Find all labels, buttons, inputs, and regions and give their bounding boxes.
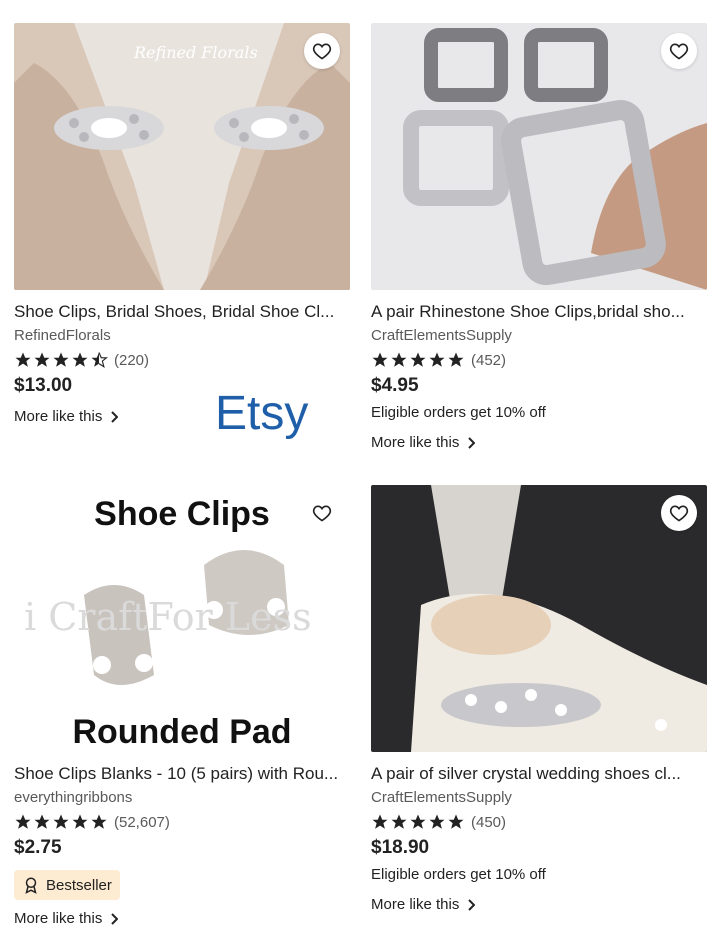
price: $18.90 bbox=[371, 837, 430, 858]
wedding-shoe-image bbox=[371, 485, 707, 752]
star-icon bbox=[391, 352, 407, 367]
star-icon bbox=[91, 814, 107, 829]
listing-title[interactable]: Shoe Clips, Bridal Shoes, Bridal Shoe Cl… bbox=[14, 302, 350, 322]
more-like-this-link[interactable]: More like this bbox=[14, 910, 350, 928]
listing-card[interactable]: A pair of silver crystal wedding shoes c… bbox=[371, 485, 707, 914]
favorite-button[interactable] bbox=[661, 33, 697, 69]
shoe-image bbox=[14, 23, 350, 290]
chevron-right-icon bbox=[111, 913, 119, 925]
star-icon bbox=[391, 814, 407, 829]
promo-text: Eligible orders get 10% off bbox=[371, 404, 546, 421]
badge-label: Bestseller bbox=[46, 876, 112, 894]
star-icon bbox=[15, 814, 31, 829]
review-count: (452) bbox=[471, 351, 507, 369]
heart-icon bbox=[669, 505, 689, 522]
more-like-this-label: More like this bbox=[371, 434, 460, 451]
award-icon bbox=[25, 877, 37, 894]
rating: (220) bbox=[14, 350, 350, 370]
image-watermark: i CraftFor Less bbox=[24, 595, 312, 639]
listing-title[interactable]: A pair of silver crystal wedding shoes c… bbox=[371, 764, 707, 784]
star-icon bbox=[34, 814, 50, 829]
star-icon bbox=[72, 814, 88, 829]
chevron-right-icon bbox=[468, 899, 476, 911]
favorite-button[interactable] bbox=[661, 495, 697, 531]
star-rating bbox=[14, 813, 108, 831]
listing-image[interactable] bbox=[371, 485, 707, 752]
star-rating bbox=[14, 351, 108, 369]
listing-card[interactable]: A pair Rhinestone Shoe Clips,bridal sho.… bbox=[371, 23, 707, 452]
favorite-button[interactable] bbox=[304, 33, 340, 69]
star-icon bbox=[448, 814, 464, 829]
favorite-button[interactable] bbox=[304, 495, 340, 531]
heart-icon bbox=[312, 505, 332, 522]
star-rating bbox=[371, 351, 465, 369]
bestseller-badge: Bestseller bbox=[14, 870, 120, 900]
listing-title[interactable]: A pair Rhinestone Shoe Clips,bridal sho.… bbox=[371, 302, 707, 322]
star-rating bbox=[371, 813, 465, 831]
listing-card[interactable]: Shoe Clips i CraftFor Less Rounded Pad S… bbox=[14, 485, 350, 928]
star-icon bbox=[72, 352, 88, 367]
half-star-icon bbox=[91, 352, 108, 369]
more-like-this-link[interactable]: More like this bbox=[371, 434, 707, 452]
rating: (52,607) bbox=[14, 812, 350, 832]
listing-card[interactable]: Refined Florals Shoe Clips, Bridal Shoes… bbox=[14, 23, 350, 426]
more-like-this-label: More like this bbox=[371, 896, 460, 913]
price: $4.95 bbox=[371, 375, 419, 396]
star-icon bbox=[410, 814, 426, 829]
chevron-right-icon bbox=[468, 437, 476, 449]
star-icon bbox=[448, 352, 464, 367]
heart-icon bbox=[312, 43, 332, 60]
star-icon bbox=[429, 352, 445, 367]
chevron-right-icon bbox=[111, 411, 119, 423]
shop-name[interactable]: CraftElementsSupply bbox=[371, 789, 707, 807]
rhinestone-clips-image bbox=[371, 23, 707, 290]
rating: (452) bbox=[371, 350, 707, 370]
review-count: (450) bbox=[471, 813, 507, 831]
star-icon bbox=[429, 814, 445, 829]
listing-title[interactable]: Shoe Clips Blanks - 10 (5 pairs) with Ro… bbox=[14, 764, 350, 784]
image-text-bottom: Rounded Pad bbox=[72, 713, 292, 751]
image-watermark: Refined Florals bbox=[134, 43, 258, 62]
listing-image[interactable]: Refined Florals bbox=[14, 23, 350, 290]
shop-name[interactable]: RefinedFlorals bbox=[14, 327, 350, 345]
shop-name[interactable]: CraftElementsSupply bbox=[371, 327, 707, 345]
star-icon bbox=[53, 352, 69, 367]
shop-name[interactable]: everythingribbons bbox=[14, 789, 350, 807]
review-count: (52,607) bbox=[114, 813, 170, 831]
listing-image[interactable]: Shoe Clips i CraftFor Less Rounded Pad bbox=[14, 485, 350, 752]
star-icon bbox=[34, 352, 50, 367]
more-like-this-label: More like this bbox=[14, 910, 103, 927]
star-icon bbox=[410, 352, 426, 367]
price: $2.75 bbox=[14, 837, 62, 858]
more-like-this-label: More like this bbox=[14, 408, 103, 425]
more-like-this-link[interactable]: More like this bbox=[371, 896, 707, 914]
heart-icon bbox=[669, 43, 689, 60]
star-icon bbox=[372, 352, 388, 367]
promo-text: Eligible orders get 10% off bbox=[371, 866, 546, 883]
star-icon bbox=[15, 352, 31, 367]
star-icon bbox=[372, 814, 388, 829]
rating: (450) bbox=[371, 812, 707, 832]
etsy-logo: Etsy bbox=[215, 387, 309, 440]
listing-image[interactable] bbox=[371, 23, 707, 290]
review-count: (220) bbox=[114, 351, 150, 369]
star-icon bbox=[53, 814, 69, 829]
